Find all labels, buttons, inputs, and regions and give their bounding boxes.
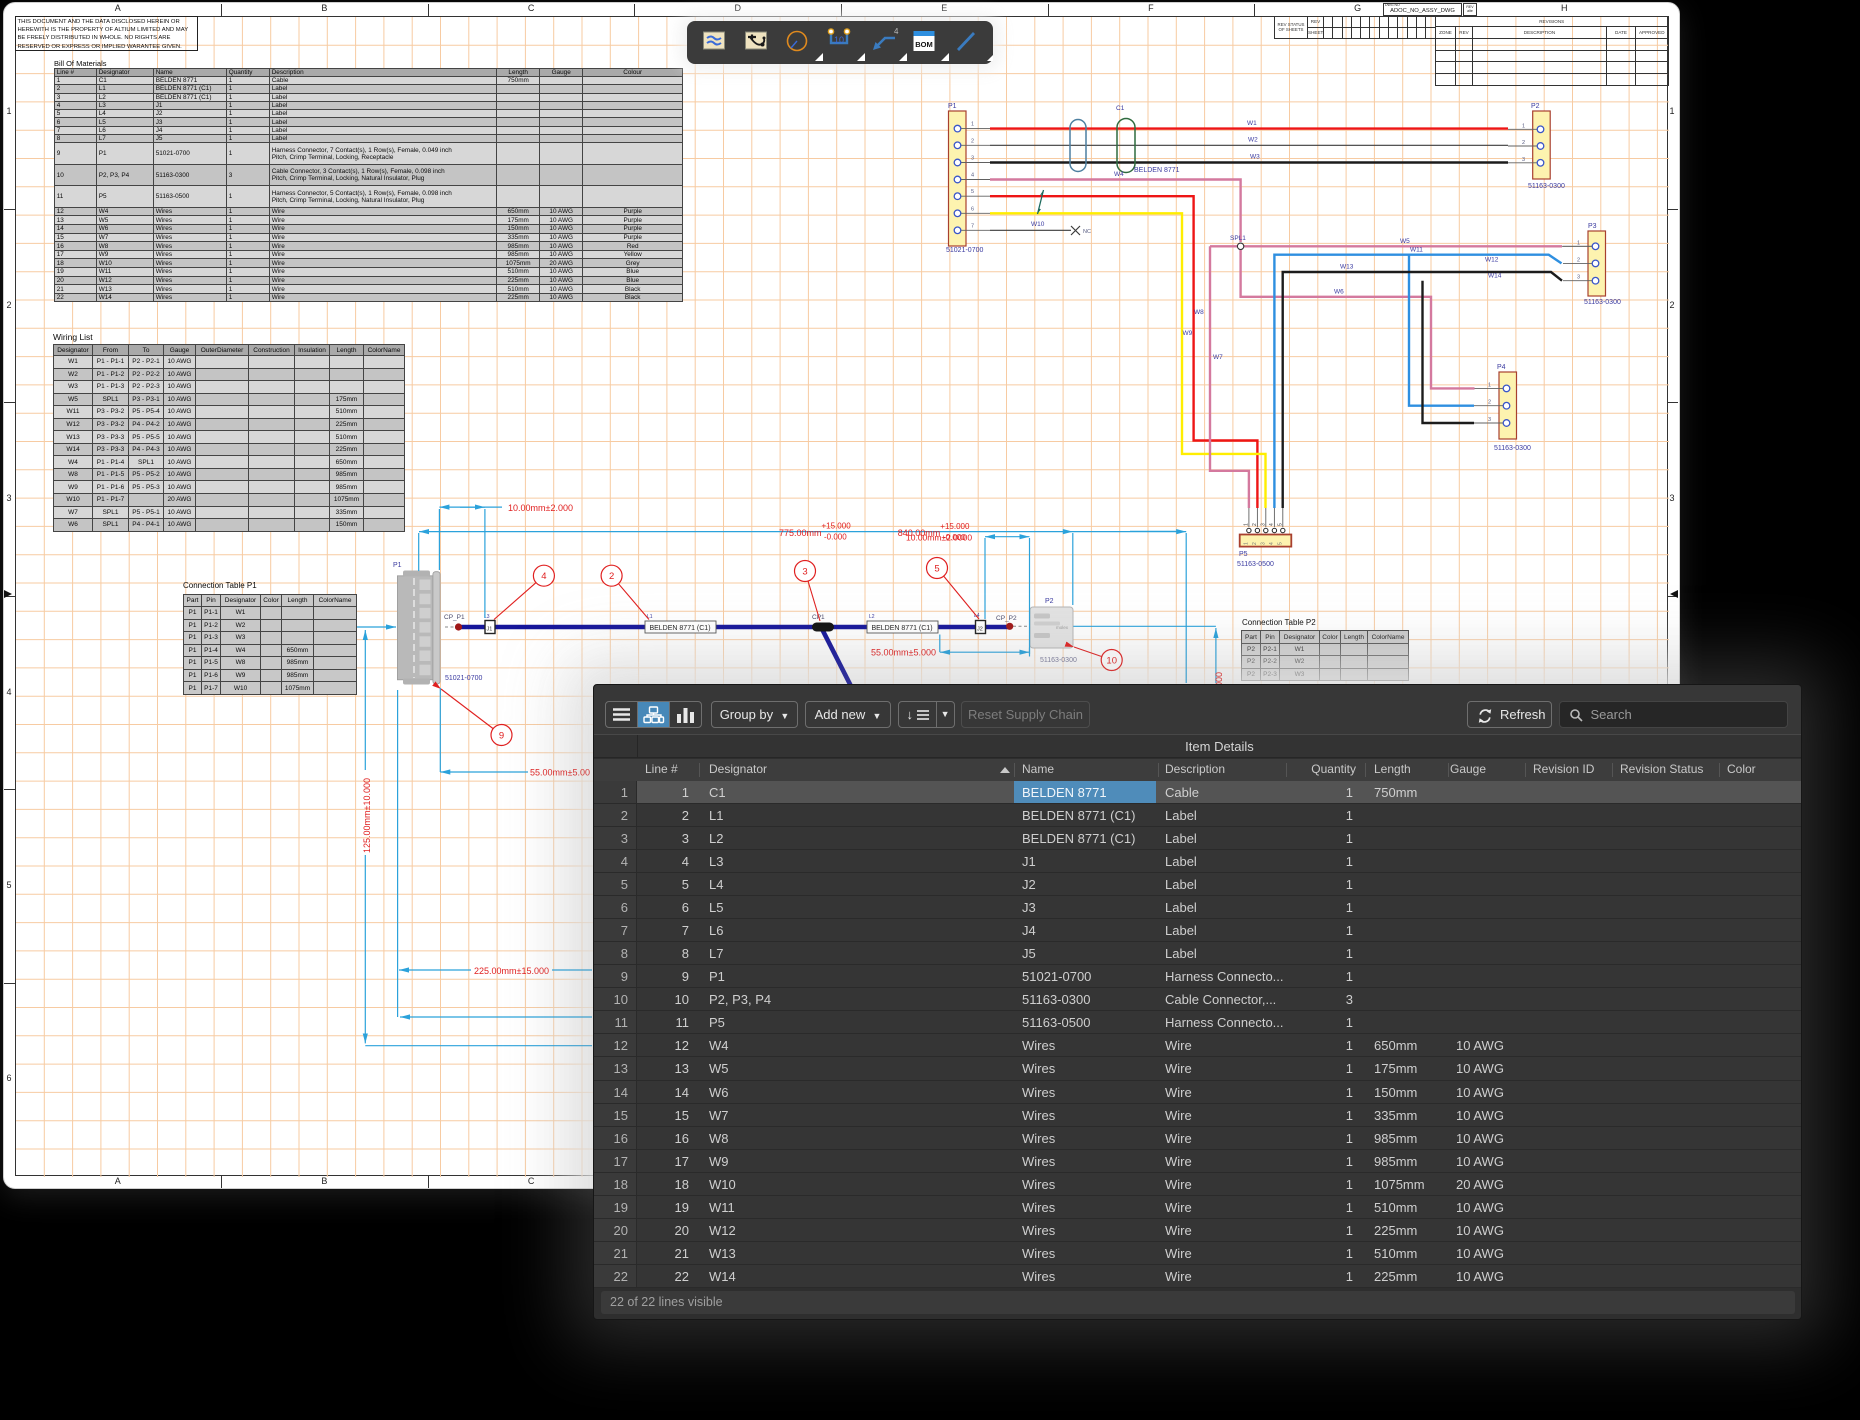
svg-text:4: 4 bbox=[894, 27, 899, 36]
svg-text:W1: W1 bbox=[1247, 120, 1257, 127]
svg-text:5: 5 bbox=[971, 189, 974, 195]
svg-text:J2: J2 bbox=[977, 627, 983, 633]
svg-text:1: 1 bbox=[1243, 523, 1249, 526]
svg-text:10: 10 bbox=[834, 35, 844, 45]
svg-text:1: 1 bbox=[1522, 123, 1525, 129]
svg-text:4: 4 bbox=[1269, 523, 1275, 526]
svg-text:1: 1 bbox=[1488, 382, 1491, 388]
svg-text:10.00mm±2.000: 10.00mm±2.000 bbox=[508, 503, 573, 513]
svg-text:W8: W8 bbox=[1194, 309, 1204, 316]
svg-text:CP_P2: CP_P2 bbox=[996, 615, 1017, 622]
svg-text:55.00mm±5.00: 55.00mm±5.00 bbox=[530, 768, 590, 778]
svg-text:55.00mm±5.000: 55.00mm±5.000 bbox=[871, 648, 936, 658]
svg-text:51163-0300: 51163-0300 bbox=[1040, 657, 1077, 664]
svg-text:W9: W9 bbox=[1183, 330, 1193, 337]
svg-text:P1: P1 bbox=[948, 103, 957, 110]
svg-text:W2: W2 bbox=[1248, 137, 1258, 144]
svg-text:P4: P4 bbox=[1497, 364, 1506, 371]
svg-text:51163-0300: 51163-0300 bbox=[1528, 183, 1565, 190]
svg-text:molex: molex bbox=[1056, 625, 1069, 630]
svg-text:3: 3 bbox=[971, 156, 974, 162]
svg-text:W7: W7 bbox=[1213, 354, 1223, 361]
svg-text:5: 5 bbox=[934, 563, 939, 574]
svg-text:W12: W12 bbox=[1485, 257, 1499, 264]
svg-text:BELDEN 8771: BELDEN 8771 bbox=[1134, 167, 1180, 174]
svg-text:51163-0300: 51163-0300 bbox=[1494, 445, 1531, 452]
svg-text:W6: W6 bbox=[1334, 289, 1344, 296]
svg-text:NC: NC bbox=[1083, 229, 1091, 235]
svg-text:J1: J1 bbox=[487, 627, 493, 633]
svg-text:51163-0500: 51163-0500 bbox=[1237, 561, 1274, 568]
svg-text:2: 2 bbox=[971, 138, 974, 144]
svg-text:W13: W13 bbox=[1340, 264, 1354, 271]
svg-text:P1: P1 bbox=[393, 562, 402, 569]
svg-text:51021-0700: 51021-0700 bbox=[445, 675, 482, 682]
svg-text:10: 10 bbox=[1106, 655, 1117, 666]
svg-text:2: 2 bbox=[609, 571, 614, 582]
svg-text:BOM: BOM bbox=[915, 40, 933, 49]
svg-text:P3: P3 bbox=[1588, 223, 1597, 230]
svg-text:1: 1 bbox=[1577, 240, 1580, 246]
svg-text:+15.000: +15.000 bbox=[940, 522, 970, 531]
svg-text:775.00mm: 775.00mm bbox=[779, 528, 822, 538]
svg-text:L2: L2 bbox=[869, 614, 875, 620]
svg-text:L1: L1 bbox=[647, 614, 653, 620]
svg-text:W4: W4 bbox=[1114, 171, 1124, 178]
svg-text:2: 2 bbox=[1577, 257, 1580, 263]
svg-text:P2: P2 bbox=[1045, 598, 1054, 605]
svg-text:W3: W3 bbox=[1250, 154, 1260, 161]
svg-text:-0.000: -0.000 bbox=[824, 533, 847, 542]
svg-text:225.00mm±15.000: 225.00mm±15.000 bbox=[474, 966, 549, 976]
svg-text:1: 1 bbox=[1243, 542, 1249, 545]
svg-text:3: 3 bbox=[1260, 542, 1266, 545]
svg-text:SPL1: SPL1 bbox=[1230, 235, 1246, 242]
svg-text:3: 3 bbox=[802, 566, 807, 577]
svg-text:3: 3 bbox=[1260, 523, 1266, 526]
svg-text:2: 2 bbox=[1252, 523, 1258, 526]
svg-text:9: 9 bbox=[499, 730, 504, 741]
svg-text:3: 3 bbox=[1577, 275, 1580, 281]
svg-text:2: 2 bbox=[1522, 140, 1525, 146]
svg-text:3: 3 bbox=[1488, 417, 1491, 423]
svg-text:4: 4 bbox=[971, 173, 974, 179]
svg-text:2: 2 bbox=[1252, 542, 1258, 545]
svg-text:1: 1 bbox=[971, 122, 974, 128]
svg-text:W11: W11 bbox=[1410, 247, 1423, 254]
svg-text:CP_P1: CP_P1 bbox=[444, 614, 465, 621]
svg-text:4: 4 bbox=[1269, 542, 1275, 545]
svg-text:C1: C1 bbox=[1116, 105, 1125, 112]
svg-text:51163-0300: 51163-0300 bbox=[1584, 299, 1621, 306]
svg-text:BELDEN 8771 (C1): BELDEN 8771 (C1) bbox=[871, 625, 932, 632]
svg-text:5: 5 bbox=[1277, 523, 1283, 526]
svg-text:3: 3 bbox=[1522, 157, 1525, 163]
svg-text:5: 5 bbox=[1277, 542, 1283, 545]
svg-text:6: 6 bbox=[971, 206, 974, 212]
svg-text:10.00mm±2.0000: 10.00mm±2.0000 bbox=[906, 533, 972, 543]
svg-text:51021-0700: 51021-0700 bbox=[946, 247, 983, 254]
svg-text:BELDEN 8771 (C1): BELDEN 8771 (C1) bbox=[649, 625, 710, 632]
svg-text:W10: W10 bbox=[1031, 221, 1045, 228]
svg-text:W14: W14 bbox=[1488, 273, 1502, 280]
svg-text:+15.000: +15.000 bbox=[822, 522, 852, 531]
svg-text:7: 7 bbox=[971, 223, 974, 229]
svg-text:P2: P2 bbox=[1531, 103, 1540, 110]
svg-text:4: 4 bbox=[541, 571, 546, 582]
svg-text:P5: P5 bbox=[1239, 551, 1248, 558]
svg-text:2: 2 bbox=[1488, 400, 1491, 406]
svg-text:W5: W5 bbox=[1400, 238, 1410, 245]
svg-text:125.00mm±10.000: 125.00mm±10.000 bbox=[362, 778, 372, 853]
